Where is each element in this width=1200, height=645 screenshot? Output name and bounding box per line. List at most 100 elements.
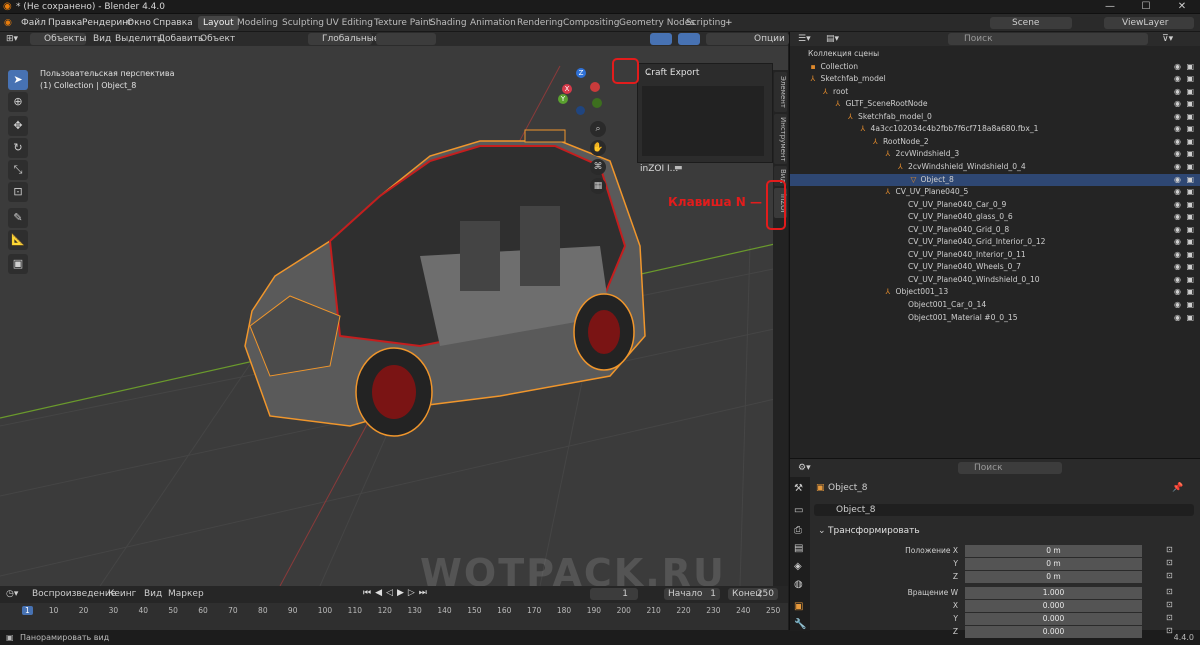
render-camera-icon[interactable]: ▣	[1186, 299, 1194, 311]
render-camera-icon[interactable]: ▣	[1186, 148, 1194, 160]
scene-selector[interactable]: Scene	[990, 17, 1072, 29]
lock-icon[interactable]: ⊡	[1166, 613, 1173, 622]
playback-controls[interactable]: ⏮◀◁▶▷⏭	[363, 588, 431, 598]
properties-search[interactable]: Поиск	[958, 462, 1062, 474]
output-tab-icon[interactable]: ⎙	[794, 525, 802, 536]
add-cube-tool-icon[interactable]: ▣	[8, 254, 28, 274]
outliner-row[interactable]: CV_UV_Plane040_Interior_0_11 ◉ ▣	[790, 249, 1200, 262]
minimize-icon[interactable]: —	[1092, 0, 1128, 14]
overlay-toggle[interactable]	[678, 33, 700, 45]
measure-tool-icon[interactable]: 📐	[8, 230, 28, 250]
render-camera-icon[interactable]: ▣	[1186, 186, 1194, 198]
snap-pivot-buttons[interactable]	[376, 33, 436, 45]
start-frame-field[interactable]: Начало 1	[664, 588, 720, 600]
transform-chevron-icon[interactable]: ⌄	[818, 526, 826, 536]
outliner-editor-icon[interactable]: ☰▾	[798, 34, 811, 44]
blender-menu-icon[interactable]: ◉	[4, 18, 12, 28]
menu-select[interactable]: Выделить	[115, 33, 162, 45]
outliner-row[interactable]: ▽ Object_8 ◉ ▣	[790, 173, 1200, 187]
filter-icon[interactable]: ⊽▾	[1162, 34, 1173, 44]
property-value-field[interactable]: 1.000	[965, 587, 1142, 599]
tab-scripting[interactable]: Scripting	[681, 16, 731, 30]
add-workspace-icon[interactable]: +	[725, 18, 733, 28]
pan-hand-icon[interactable]: ✋	[590, 140, 606, 156]
property-value-field[interactable]: 0 m	[965, 558, 1142, 570]
outliner-search[interactable]: Поиск	[948, 33, 1148, 45]
gizmo-neg-y-icon[interactable]	[592, 98, 602, 108]
timeline-editor-icon[interactable]: ◷▾	[6, 589, 18, 599]
visibility-eye-icon[interactable]: ◉	[1174, 299, 1181, 311]
render-camera-icon[interactable]: ▣	[1186, 136, 1194, 148]
outliner-row[interactable]: ⅄ Sketchfab_model_0 ◉ ▣	[790, 111, 1200, 124]
render-camera-icon[interactable]: ▣	[1186, 199, 1194, 211]
outliner-row[interactable]: Object001_Car_0_14 ◉ ▣	[790, 299, 1200, 312]
render-camera-icon[interactable]: ▣	[1186, 61, 1194, 73]
outliner-row[interactable]: ⅄ 4a3cc102034c4b2fbb7f6cf718a8a680.fbx_1 ◉…	[790, 123, 1200, 136]
playback-menu[interactable]: Воспроизведение	[32, 589, 116, 599]
menu-view[interactable]: Вид	[93, 33, 111, 45]
outliner-row[interactable]: ⅄ 2cvWindshield_Windshield_0_4 ◉ ▣	[790, 161, 1200, 174]
gizmo-neg-z-icon[interactable]	[576, 106, 585, 115]
gizmo-neg-x-icon[interactable]	[590, 82, 600, 92]
marker-menu[interactable]: Маркер	[168, 589, 204, 599]
lock-icon[interactable]: ⊡	[1166, 571, 1173, 580]
render-camera-icon[interactable]: ▣	[1186, 274, 1194, 286]
render-camera-icon[interactable]: ▣	[1186, 98, 1194, 110]
property-value-field[interactable]: 0.000	[965, 626, 1142, 638]
lock-icon[interactable]: ⊡	[1166, 545, 1173, 554]
menu-help[interactable]: Справка	[153, 18, 193, 28]
lock-icon[interactable]: ⊡	[1166, 626, 1173, 635]
outliner-row[interactable]: Коллекция сцены	[790, 48, 1200, 61]
outliner-row[interactable]: ▪ Collection ◉ ▣	[790, 61, 1200, 74]
visibility-eye-icon[interactable]: ◉	[1174, 73, 1181, 85]
property-value-field[interactable]: 0.000	[965, 613, 1142, 625]
visibility-eye-icon[interactable]: ◉	[1174, 123, 1181, 135]
render-camera-icon[interactable]: ▣	[1186, 161, 1194, 173]
render-camera-icon[interactable]: ▣	[1186, 211, 1194, 223]
transform-section-title[interactable]: Трансформировать	[828, 526, 920, 536]
visibility-eye-icon[interactable]: ◉	[1174, 249, 1181, 261]
visibility-eye-icon[interactable]: ◉	[1174, 286, 1181, 298]
property-value-field[interactable]: 0 m	[965, 571, 1142, 583]
outliner-row[interactable]: ⅄ 2cvWindshield_3 ◉ ▣	[790, 148, 1200, 161]
transform-tool-icon[interactable]: ⊡	[8, 182, 28, 202]
car-model[interactable]	[244, 129, 646, 437]
gizmo-x-icon[interactable]: X	[562, 84, 572, 94]
outliner-row[interactable]: CV_UV_Plane040_glass_0_6 ◉ ▣	[790, 211, 1200, 224]
render-camera-icon[interactable]: ▣	[1186, 236, 1194, 248]
annotate-tool-icon[interactable]: ✎	[8, 208, 28, 228]
perspective-toggle-icon[interactable]: ▦	[590, 178, 606, 194]
camera-view-icon[interactable]: ⌘	[590, 159, 606, 175]
visibility-eye-icon[interactable]: ◉	[1174, 199, 1181, 211]
render-camera-icon[interactable]: ▣	[1186, 261, 1194, 273]
visibility-eye-icon[interactable]: ◉	[1174, 86, 1181, 98]
object-tab-icon[interactable]: ▣	[794, 601, 803, 612]
property-value-field[interactable]: 0.000	[965, 600, 1142, 612]
render-camera-icon[interactable]: ▣	[1186, 224, 1194, 236]
outliner-row[interactable]: CV_UV_Plane040_Wheels_0_7 ◉ ▣	[790, 261, 1200, 274]
folder-icon[interactable]: ▬	[674, 163, 683, 173]
menu-edit[interactable]: Правка	[48, 18, 82, 28]
maximize-icon[interactable]: ☐	[1128, 0, 1164, 14]
render-tab-icon[interactable]: ▭	[794, 505, 803, 516]
render-camera-icon[interactable]: ▣	[1186, 111, 1194, 123]
outliner-row[interactable]: CV_UV_Plane040_Grid_0_8 ◉ ▣	[790, 224, 1200, 237]
scene-tab-icon[interactable]: ◈	[794, 561, 802, 572]
gizmo-z-icon[interactable]: Z	[576, 68, 586, 78]
outliner-row[interactable]: ⅄ Object001_13 ◉ ▣	[790, 286, 1200, 299]
visibility-eye-icon[interactable]: ◉	[1174, 98, 1181, 110]
craft-export-list[interactable]	[642, 86, 764, 156]
editor-type-icon[interactable]: ⊞▾	[6, 33, 18, 45]
lock-icon[interactable]: ⊡	[1166, 600, 1173, 609]
visibility-eye-icon[interactable]: ◉	[1174, 186, 1181, 198]
current-frame-field[interactable]: 1	[590, 588, 638, 600]
visibility-eye-icon[interactable]: ◉	[1174, 136, 1181, 148]
gizmo-y-icon[interactable]: Y	[558, 94, 568, 104]
visibility-eye-icon[interactable]: ◉	[1174, 261, 1181, 273]
gizmo-toggle[interactable]	[650, 33, 672, 45]
end-frame-field[interactable]: Конец 250	[728, 588, 778, 600]
outliner-row[interactable]: CV_UV_Plane040_Grid_Interior_0_12 ◉ ▣	[790, 236, 1200, 249]
inzoi-path-field[interactable]: inZOI I...	[640, 164, 678, 174]
tab-modeling[interactable]: Modeling	[232, 16, 283, 30]
select-tool-icon[interactable]: ➤	[8, 70, 28, 90]
